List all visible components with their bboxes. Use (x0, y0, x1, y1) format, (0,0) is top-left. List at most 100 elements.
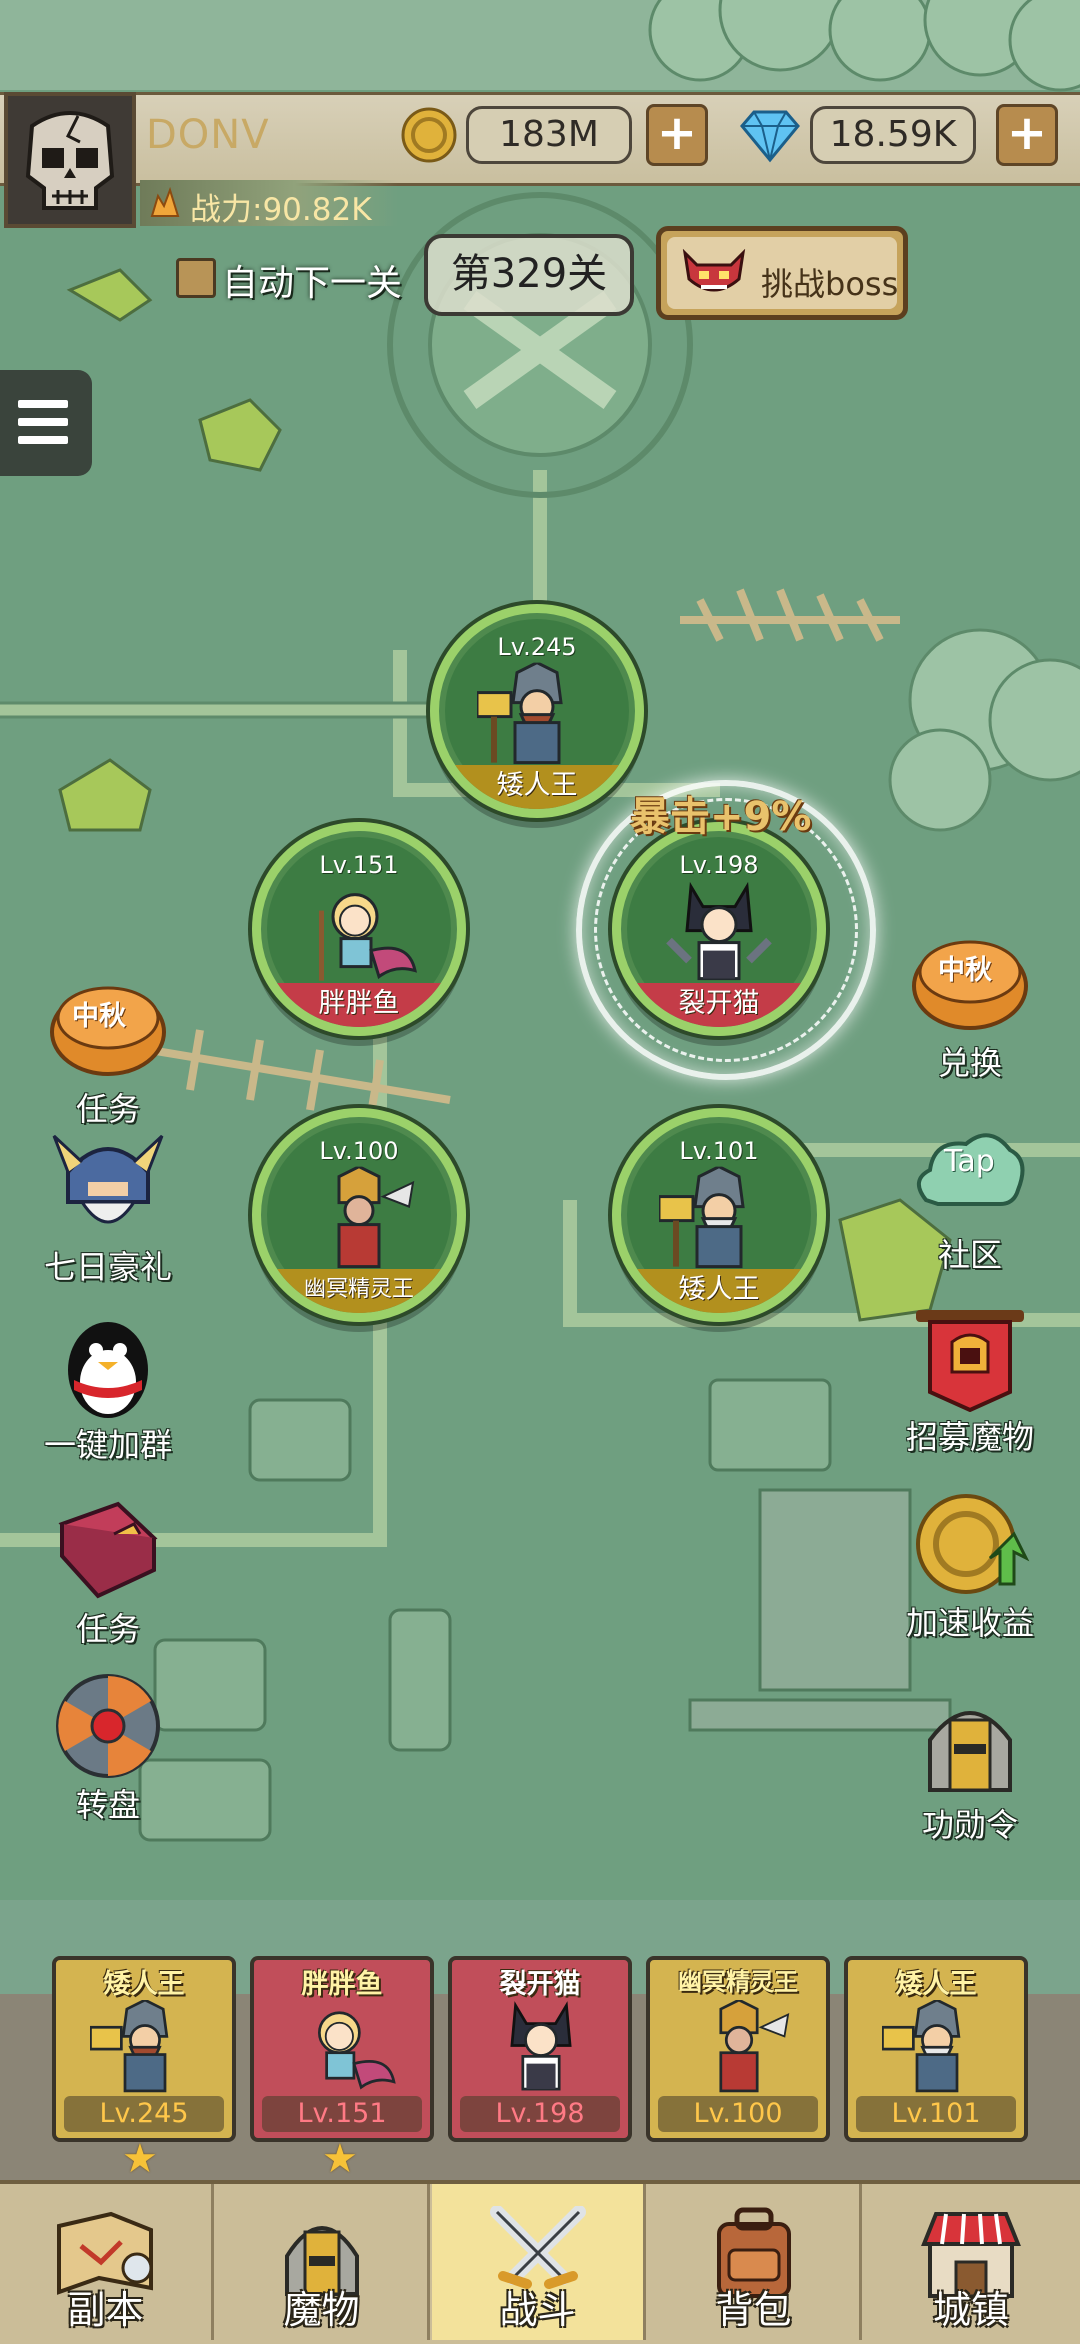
book-icon (58, 1501, 158, 1599)
unit-level: Lv.151 (319, 851, 399, 879)
task-event-label: 任务 (75, 1090, 140, 1128)
dark-elf-king-icon (337, 1166, 415, 1269)
side-menu-button[interactable] (0, 370, 92, 476)
recruit-label: 招募魔物 (905, 1418, 1034, 1456)
unit-name: 幽冥精灵王 (261, 1269, 457, 1313)
recruit-banner-icon (916, 1310, 1024, 1413)
merit-pass-button[interactable]: 功勋令 (900, 1690, 1040, 1846)
seven-day-gift-button[interactable]: 七日豪礼 (38, 1132, 178, 1288)
diamond-icon (740, 110, 800, 163)
community-label: 社区 (937, 1236, 1002, 1274)
add-gems-button[interactable]: + (996, 104, 1058, 166)
add-gold-button[interactable]: + (646, 104, 708, 166)
merit-pass-label: 功勋令 (921, 1806, 1018, 1844)
speed-income-label: 加速收益 (905, 1604, 1034, 1642)
exchange-label: 兑换 (937, 1044, 1002, 1082)
tab-battle[interactable]: 战斗 (432, 2184, 646, 2340)
team-member-name: 胖胖鱼 (301, 1969, 383, 2000)
unit-level: Lv.245 (497, 633, 577, 661)
unit-name: 矮人王 (621, 1269, 817, 1313)
crit-buff-label: 暴击+9% (630, 794, 812, 840)
mooncake-badge: 中秋 (72, 1001, 126, 1032)
auto-next-label: 自动下一关 (222, 263, 403, 304)
team-member-level: Lv.101 (856, 2096, 1016, 2132)
team-slot-2[interactable]: 胖胖鱼 Lv.151 (250, 1956, 434, 2142)
mooncake-badge: 中秋 (938, 955, 992, 986)
coin-boost-icon (916, 1494, 1030, 1594)
unit-name: 胖胖鱼 (261, 983, 457, 1027)
recruit-monster-button[interactable]: 招募魔物 (900, 1302, 1040, 1458)
gem-amount: 18.59K (810, 106, 976, 164)
team-member-name: 幽冥精灵王 (678, 1968, 798, 1996)
power-flame-icon (150, 186, 180, 217)
boss-button-label: 挑战boss (761, 265, 899, 303)
speed-income-button[interactable]: 加速收益 (900, 1488, 1040, 1644)
team-slot-5[interactable]: 矮人王 Lv.101 (844, 1956, 1028, 2142)
mermaid-icon (318, 2011, 396, 2090)
team-slot-4[interactable]: 幽冥精灵王 Lv.100 (646, 1956, 830, 2142)
tab-label: 城镇 (932, 2288, 1009, 2332)
star-icon: ★ (322, 2136, 358, 2182)
tap-badge: Tap (944, 1144, 995, 1179)
challenge-boss-button[interactable]: 挑战boss (656, 226, 908, 320)
wheel-label: 转盘 (75, 1786, 140, 1824)
star-icon: ★ (122, 2136, 158, 2182)
tab-label: 背包 (715, 2288, 792, 2332)
tasks-label: 任务 (75, 1610, 140, 1648)
battle-unit-3[interactable]: Lv.198 裂开猫 (612, 822, 826, 1036)
tab-bag[interactable]: 背包 (648, 2184, 862, 2340)
unit-level: Lv.198 (679, 851, 759, 879)
exchange-button[interactable]: 中秋 兑换 (900, 928, 1040, 1084)
stage-number: 第329关 (424, 234, 634, 316)
join-group-label: 一键加群 (43, 1426, 172, 1464)
tab-label: 副本 (67, 2288, 144, 2332)
mid-autumn-task-button[interactable]: 中秋 任务 (38, 974, 178, 1130)
tab-label: 战斗 (499, 2288, 576, 2332)
unit-level: Lv.101 (679, 1137, 759, 1165)
combat-power: 战力:90.82K (190, 192, 372, 228)
gold-amount: 183M (466, 106, 632, 164)
cat-girl-icon (510, 2001, 572, 2091)
team-member-name: 矮人王 (895, 1969, 977, 2000)
dark-elf-king-icon (719, 2000, 790, 2093)
battle-unit-5[interactable]: Lv.101 矮人王 (612, 1108, 826, 1322)
tab-label: 魔物 (283, 2288, 360, 2332)
join-group-button[interactable]: 一键加群 (38, 1310, 178, 1466)
mermaid-icon (319, 893, 417, 981)
team-member-level: Lv.151 (262, 2096, 422, 2132)
player-name: DONV (146, 112, 270, 158)
unit-name: 矮人王 (439, 765, 635, 809)
battle-unit-1[interactable]: Lv.245 矮人王 (430, 604, 644, 818)
tab-monsters[interactable]: 魔物 (216, 2184, 430, 2340)
gold-coin-icon (401, 107, 457, 163)
team-slot-1[interactable]: 矮人王 Lv.245 (52, 1956, 236, 2142)
skull-icon (8, 96, 132, 224)
cat-girl-icon (666, 881, 772, 981)
team-member-level: Lv.198 (460, 2096, 620, 2132)
lucky-wheel-button[interactable]: 转盘 (38, 1670, 178, 1826)
penguin-icon (68, 1322, 148, 1418)
team-member-level: Lv.100 (658, 2096, 818, 2132)
seven-day-gift-label: 七日豪礼 (43, 1248, 172, 1286)
tab-dungeon[interactable]: 副本 (0, 2184, 214, 2340)
team-member-level: Lv.245 (64, 2096, 224, 2132)
battle-unit-2[interactable]: Lv.151 胖胖鱼 (252, 822, 466, 1036)
dwarf-king-icon (477, 662, 563, 765)
team-slot-3[interactable]: 裂开猫 Lv.198 (448, 1956, 632, 2142)
knight-helmet-icon (928, 1711, 1012, 1792)
dwarf-king-icon (659, 1166, 745, 1269)
community-button[interactable]: Tap 社区 (900, 1120, 1040, 1276)
tab-town[interactable]: 城镇 (864, 2184, 1078, 2340)
unit-level: Lv.100 (319, 1137, 399, 1165)
player-avatar[interactable] (4, 92, 136, 228)
dwarf-king-icon (882, 2000, 961, 2093)
unit-name: 裂开猫 (621, 983, 817, 1027)
wheel-icon (56, 1674, 160, 1778)
auto-next-checkbox[interactable] (176, 258, 216, 298)
team-member-name: 裂开猫 (499, 1969, 581, 2000)
tasks-book-button[interactable]: 任务 (38, 1494, 178, 1650)
battle-unit-4[interactable]: Lv.100 幽冥精灵王 (252, 1108, 466, 1322)
dwarf-king-icon (90, 2000, 169, 2093)
team-member-name: 矮人王 (103, 1969, 185, 2000)
boss-demon-icon (682, 249, 746, 292)
